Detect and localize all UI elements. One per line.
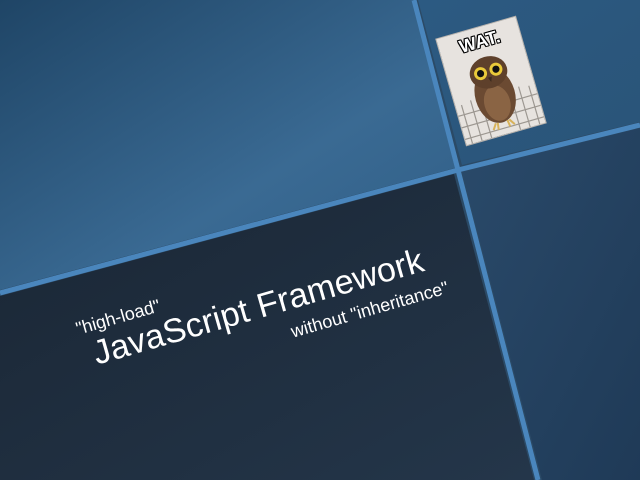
title-slide: WAT. "high-load" JavaScript Framework wi… xyxy=(0,0,640,480)
